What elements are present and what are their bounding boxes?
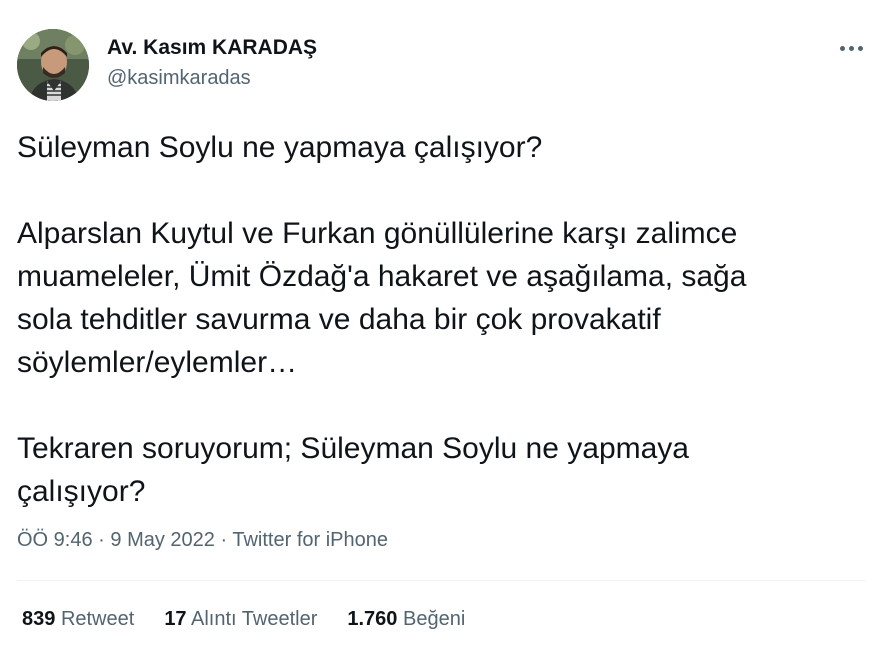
author-handle[interactable]: @kasimkaradas: [107, 67, 251, 90]
tweet-date[interactable]: 9 May 2022: [110, 529, 215, 551]
tweet-paragraph: Tekraren soruyorum; Süleyman Soylu ne ya…: [17, 432, 689, 508]
quotes-count: 17: [164, 608, 187, 630]
avatar-image: [17, 29, 89, 101]
retweets-stat[interactable]: 839 Retweet: [22, 608, 134, 631]
tweet-metadata: ÖÖ 9:46 · 9 May 2022 · Twitter for iPhon…: [17, 529, 388, 552]
meta-separator: ·: [98, 529, 105, 551]
tweet-stats: 839 Retweet 17 Alıntı Tweetler 1.760 Beğ…: [22, 608, 465, 631]
more-horizontal-icon-dot: [848, 45, 854, 51]
avatar[interactable]: [17, 29, 89, 101]
likes-stat[interactable]: 1.760 Beğeni: [347, 608, 465, 631]
quotes-label: Alıntı Tweetler: [191, 608, 318, 630]
author-name[interactable]: Av. Kasım KARADAŞ: [107, 36, 317, 60]
tweet-source[interactable]: Twitter for iPhone: [232, 529, 388, 551]
quote-tweets-stat[interactable]: 17 Alıntı Tweetler: [164, 608, 317, 631]
meta-separator: ·: [220, 529, 228, 551]
likes-count: 1.760: [347, 608, 398, 630]
retweets-count: 839: [22, 608, 56, 630]
more-options-button[interactable]: [832, 34, 870, 62]
more-horizontal-icon-dot: [857, 45, 863, 51]
tweet-paragraph: Süleyman Soylu ne yapmaya çalışıyor?: [17, 131, 543, 164]
likes-label: Beğeni: [403, 608, 466, 630]
tweet-time[interactable]: ÖÖ 9:46: [17, 529, 93, 551]
tweet-paragraph: Alparslan Kuytul ve Furkan gönüllülerine…: [17, 217, 747, 379]
divider: [17, 580, 866, 581]
more-horizontal-icon: [839, 45, 845, 51]
tweet-card: Av. Kasım KARADAŞ @kasimkaradas Süleyman…: [0, 0, 891, 651]
retweets-label: Retweet: [60, 608, 135, 630]
tweet-text: Süleyman Soylu ne yapmaya çalışıyor? Alp…: [17, 126, 867, 513]
